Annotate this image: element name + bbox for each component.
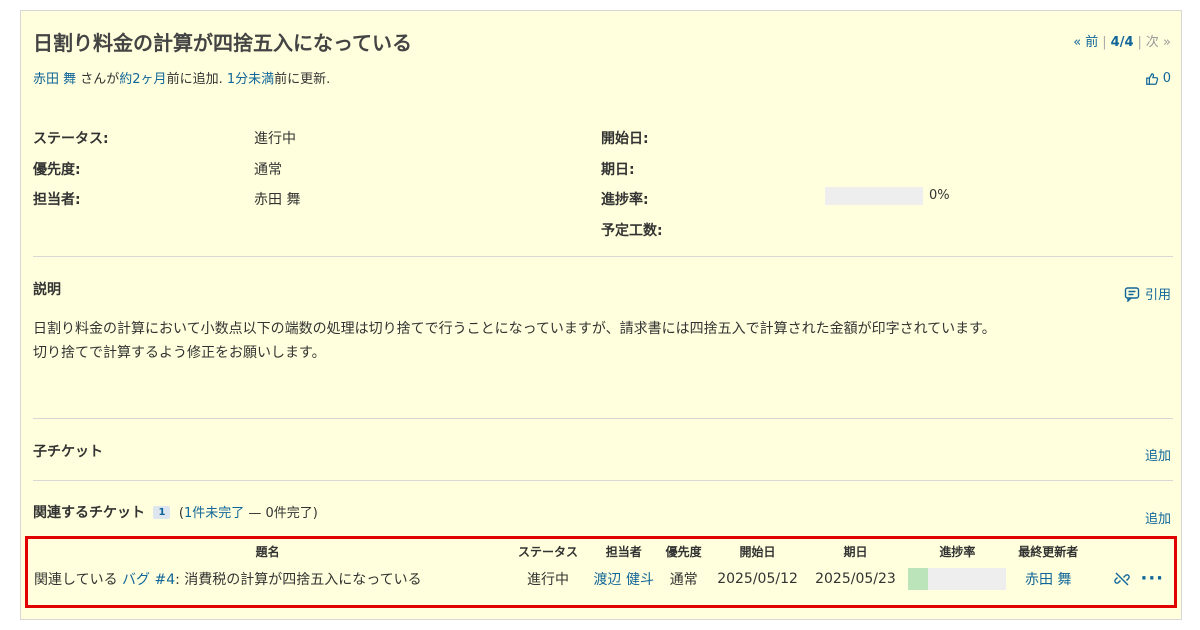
updated-text: 前に更新. xyxy=(274,72,331,87)
divider xyxy=(33,256,1173,257)
start-date-label: 開始日: xyxy=(601,131,649,147)
description-line: 日割り料金の計算において小数点以下の端数の処理は切り捨てで行うことになっています… xyxy=(33,321,996,337)
row-actions-cell: ··· xyxy=(1086,564,1174,594)
relation-type: 関連している xyxy=(34,572,118,588)
related-issue-subject: : 消費税の計算が四捨五入になっている xyxy=(175,572,422,588)
closed-relations-text: — 0件完了) xyxy=(244,506,318,521)
quote-label: 引用 xyxy=(1144,288,1171,303)
status-value: 進行中 xyxy=(254,131,296,147)
related-assignee-link[interactable]: 渡辺 健斗 xyxy=(589,564,659,594)
description-line: 切り捨てで計算するよう修正をお願いします。 xyxy=(33,345,326,361)
relations-header: 関連するチケット 1 (1件未完了 — 0件完了) xyxy=(33,502,318,522)
status-label: ステータス: xyxy=(33,131,109,147)
related-progress-cell xyxy=(904,564,1010,594)
priority-label: 優先度: xyxy=(33,162,81,178)
related-progress-bar xyxy=(908,568,1007,590)
progress-label: 進捗率: xyxy=(601,192,649,208)
estimated-hours-label: 予定工数: xyxy=(601,223,663,239)
related-start-date: 2025/05/12 xyxy=(717,571,798,587)
column-header: 担当者 xyxy=(605,545,642,559)
updated-ago-link[interactable]: 1分未満 xyxy=(227,72,274,87)
related-issue-link[interactable]: バグ #4 xyxy=(122,572,175,588)
table-row: 関連している バグ #4: 消費税の計算が四捨五入になっている 進行中 渡辺 健… xyxy=(28,564,1174,594)
relation-subject-cell: 関連している バグ #4: 消費税の計算が四捨五入になっている xyxy=(28,564,507,594)
open-relations-link[interactable]: 1件未完了 xyxy=(184,506,244,521)
column-header: 題名 xyxy=(255,545,280,559)
author-line: 赤田 舞 さんが約2ヶ月前に追加. 1分未満前に更新. xyxy=(33,68,330,87)
description-body: 日割り料金の計算において小数点以下の端数の処理は切り捨てで行うことになっています… xyxy=(33,317,1168,365)
author-text: さんが xyxy=(76,72,120,87)
prev-link[interactable]: « 前 xyxy=(1073,35,1098,50)
subtasks-heading: 子チケット xyxy=(33,444,103,460)
column-header: 優先度 xyxy=(665,545,702,559)
assignee-link[interactable]: 赤田 舞 xyxy=(254,189,300,209)
assignee-label: 担当者: xyxy=(33,192,81,208)
comment-icon xyxy=(1124,286,1140,302)
add-subtask-link[interactable]: 追加 xyxy=(1145,445,1171,464)
relations-table-container: 題名 ステータス 担当者 優先度 開始日 期日 進捗率 最終更新者 関連している… xyxy=(25,536,1177,608)
next-link: 次 » xyxy=(1145,35,1171,50)
added-ago-link[interactable]: 約2ヶ月 xyxy=(119,72,166,87)
related-progress-fill xyxy=(908,568,928,590)
divider xyxy=(33,480,1173,481)
added-text: 前に追加. xyxy=(166,72,227,87)
issue-panel: 日割り料金の計算が四捨五入になっている « 前 | 4/4 | 次 » 赤田 舞 さんが… xyxy=(20,10,1182,620)
related-due-date: 2025/05/23 xyxy=(815,571,896,587)
relations-heading: 関連するチケット xyxy=(33,505,145,521)
column-header: 進捗率 xyxy=(939,545,976,559)
issue-title: 日割り料金の計算が四捨五入になっている xyxy=(33,31,412,55)
issue-navigation: « 前 | 4/4 | 次 » xyxy=(1073,35,1171,50)
priority-value: 通常 xyxy=(254,162,282,178)
divider xyxy=(33,418,1173,419)
relations-header-row: 題名 ステータス 担当者 優先度 開始日 期日 進捗率 最終更新者 xyxy=(28,539,1174,564)
column-header: 開始日 xyxy=(739,545,776,559)
column-header: ステータス xyxy=(517,545,578,559)
related-priority: 通常 xyxy=(669,572,698,588)
author-link[interactable]: 赤田 舞 xyxy=(33,72,76,87)
vote-count: 0 xyxy=(1162,71,1171,86)
related-last-updated-by-link[interactable]: 赤田 舞 xyxy=(1010,564,1086,594)
progress-text: 0% xyxy=(929,188,950,203)
description-heading: 説明 xyxy=(33,282,61,298)
column-header: 期日 xyxy=(843,545,868,559)
column-header: 最終更新者 xyxy=(1018,545,1079,559)
relations-table: 題名 ステータス 担当者 優先度 開始日 期日 進捗率 最終更新者 関連している… xyxy=(28,539,1174,594)
thumbs-up-icon xyxy=(1145,72,1158,85)
column-header-actions xyxy=(1086,539,1174,564)
more-actions-icon[interactable]: ··· xyxy=(1140,570,1164,588)
related-status: 進行中 xyxy=(526,572,569,588)
issue-position[interactable]: 4/4 xyxy=(1111,35,1134,50)
vote-button[interactable]: 0 xyxy=(1145,71,1171,86)
relations-count-badge: 1 xyxy=(153,506,171,519)
progress-bar xyxy=(825,187,923,205)
add-relation-link[interactable]: 追加 xyxy=(1145,508,1171,527)
relations-summary: (1件未完了 — 0件完了) xyxy=(178,506,318,521)
quote-button[interactable]: 引用 xyxy=(1124,284,1171,303)
unlink-icon[interactable] xyxy=(1114,571,1131,587)
due-date-label: 期日: xyxy=(601,162,635,178)
